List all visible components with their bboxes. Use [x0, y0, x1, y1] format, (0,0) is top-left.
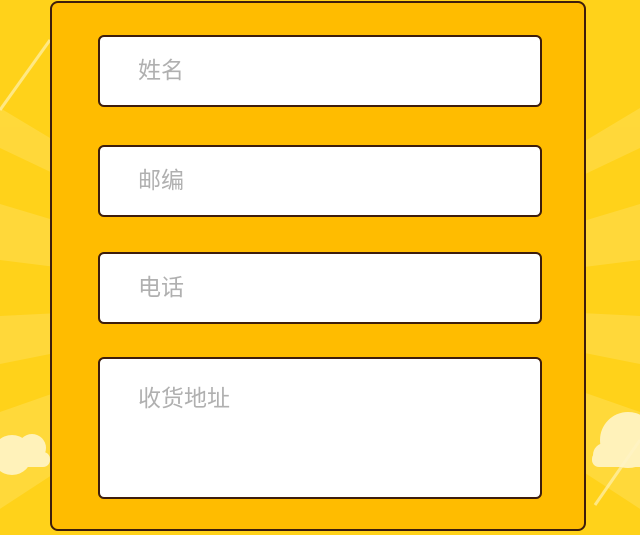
phone-field-box	[98, 252, 542, 324]
zipcode-field-box	[98, 145, 542, 217]
phone-input[interactable]	[100, 254, 540, 322]
zipcode-input[interactable]	[100, 147, 540, 215]
order-form-card	[50, 1, 586, 531]
name-field-box	[98, 35, 542, 107]
address-field-box	[98, 357, 542, 499]
name-input[interactable]	[100, 37, 540, 105]
address-textarea[interactable]	[100, 359, 540, 497]
